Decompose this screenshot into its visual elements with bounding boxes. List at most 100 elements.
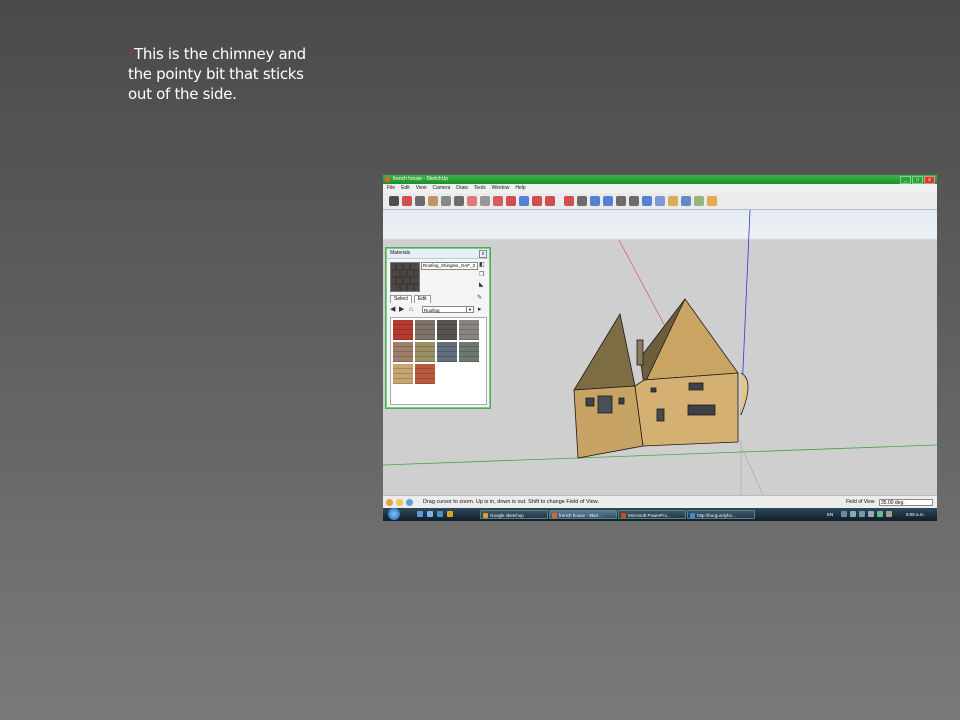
taskbar-item-browser[interactable]: http://burgundyho... xyxy=(687,510,755,519)
taskbar-item-google-sketchup[interactable]: Google sketchup xyxy=(480,510,548,519)
pan-icon[interactable] xyxy=(603,196,613,206)
materials-title: Materials xyxy=(390,250,411,256)
lower-window xyxy=(687,404,716,416)
library-select[interactable]: Roofing ▼ xyxy=(422,306,474,313)
back-arrow-icon[interactable]: ◀ xyxy=(390,306,395,314)
menu-draw[interactable]: Draw xyxy=(456,184,468,193)
right-wall xyxy=(634,372,739,447)
zoom-extents-icon[interactable] xyxy=(629,196,639,206)
sample-paint-icon[interactable]: ✎ xyxy=(477,295,483,301)
material-swatch-grid xyxy=(390,317,487,405)
material-swatch[interactable] xyxy=(393,364,413,384)
material-swatch[interactable] xyxy=(393,320,413,340)
front-view-icon[interactable] xyxy=(681,196,691,206)
sketchup-icon xyxy=(552,513,557,518)
menu-file[interactable]: File xyxy=(387,184,395,193)
material-swatch[interactable] xyxy=(459,320,479,340)
maximize-button[interactable]: □ xyxy=(912,176,923,184)
forward-arrow-icon[interactable]: ▶ xyxy=(399,306,404,314)
display-secondary-icon[interactable]: ◣ xyxy=(479,282,485,288)
left-door xyxy=(597,395,613,414)
switch-windows-icon[interactable] xyxy=(427,511,433,517)
material-swatch[interactable] xyxy=(415,320,435,340)
help-icon[interactable] xyxy=(406,499,413,506)
tab-edit[interactable]: Edit xyxy=(413,295,431,303)
push-pull-icon[interactable] xyxy=(506,196,516,206)
rectangle-icon[interactable] xyxy=(428,196,438,206)
component-icon[interactable] xyxy=(642,196,652,206)
taskbar-item-french-house[interactable]: french house - Sket... xyxy=(549,510,617,519)
axis-guide xyxy=(742,449,764,496)
minimize-button[interactable]: _ xyxy=(900,176,911,184)
ie-icon[interactable] xyxy=(437,511,443,517)
explorer-icon[interactable] xyxy=(447,511,453,517)
iso-view-icon[interactable] xyxy=(655,196,665,206)
zoom-icon[interactable] xyxy=(616,196,626,206)
materials-navigation: ◀ ▶ ⌂ Roofing ▼ ▸ xyxy=(390,306,486,314)
left-window xyxy=(585,397,595,407)
material-swatch[interactable] xyxy=(415,342,435,362)
material-swatch[interactable] xyxy=(437,320,457,340)
volume-icon[interactable] xyxy=(868,511,874,517)
left-roof xyxy=(573,312,636,391)
create-material-icon[interactable]: ◧ xyxy=(479,262,485,268)
bullet-icon: • xyxy=(128,49,134,59)
details-arrow-icon[interactable]: ▸ xyxy=(478,306,482,314)
warehouse-icon[interactable] xyxy=(694,196,704,206)
network-icon[interactable] xyxy=(859,511,865,517)
material-swatch[interactable] xyxy=(393,342,413,362)
credits-icon[interactable] xyxy=(396,499,403,506)
menu-window[interactable]: Window xyxy=(492,184,510,193)
window-title: french house - SketchUp xyxy=(393,176,449,182)
language-indicator[interactable]: EN xyxy=(827,508,833,521)
line-icon[interactable] xyxy=(415,196,425,206)
menu-bar: File Edit View Camera Draw Tools Window … xyxy=(383,184,937,193)
menu-view[interactable]: View xyxy=(416,184,427,193)
menu-help[interactable]: Help xyxy=(515,184,525,193)
mid-window xyxy=(650,387,657,393)
geolocation-icon[interactable] xyxy=(386,499,393,506)
sketchup-screenshot: french house - SketchUp _ □ x File Edit … xyxy=(383,175,937,521)
material-name-field[interactable]: Roofing_Shingles_GAF_3 xyxy=(421,262,478,270)
default-material-icon[interactable]: ❒ xyxy=(479,272,485,278)
move-icon[interactable] xyxy=(532,196,542,206)
rotate-icon[interactable] xyxy=(519,196,529,206)
tape-measure-icon[interactable] xyxy=(480,196,490,206)
show-desktop-icon[interactable] xyxy=(417,511,423,517)
layers-icon[interactable] xyxy=(707,196,717,206)
select-tool-icon[interactable] xyxy=(389,196,399,206)
fov-value-field[interactable]: 35.00 deg. xyxy=(879,499,933,506)
offset-icon[interactable] xyxy=(545,196,555,206)
french-house-model xyxy=(573,298,749,459)
material-swatch[interactable] xyxy=(415,364,435,384)
home-icon[interactable]: ⌂ xyxy=(409,306,413,314)
close-button[interactable]: x xyxy=(924,176,935,184)
model-viewport[interactable]: Materials x Roofing_Shingles_GAF_3 ◧ ❒ ◣… xyxy=(383,209,937,496)
chimney xyxy=(636,339,644,366)
scale-icon[interactable] xyxy=(577,196,587,206)
paint-bucket-icon[interactable] xyxy=(493,196,503,206)
windows-taskbar: Google sketchup french house - Sket... M… xyxy=(383,508,937,521)
top-view-icon[interactable] xyxy=(668,196,678,206)
arc-icon[interactable] xyxy=(454,196,464,206)
tray-icon-5[interactable] xyxy=(877,511,883,517)
materials-close-button[interactable]: x xyxy=(479,250,487,258)
orbit-icon[interactable] xyxy=(590,196,600,206)
tab-select[interactable]: Select xyxy=(390,295,412,303)
eraser-icon[interactable] xyxy=(467,196,477,206)
small-door xyxy=(656,408,665,422)
tray-icon-6[interactable] xyxy=(886,511,892,517)
follow-me-icon[interactable] xyxy=(564,196,574,206)
menu-tools[interactable]: Tools xyxy=(474,184,486,193)
material-swatch[interactable] xyxy=(459,342,479,362)
menu-camera[interactable]: Camera xyxy=(432,184,450,193)
menu-edit[interactable]: Edit xyxy=(401,184,410,193)
start-button[interactable] xyxy=(388,508,400,520)
pencil-icon[interactable] xyxy=(402,196,412,206)
folder-icon xyxy=(483,513,488,518)
taskbar-item-powerpoint[interactable]: Microsoft PowerPoi... xyxy=(618,510,686,519)
material-swatch[interactable] xyxy=(437,342,457,362)
tray-icon-1[interactable] xyxy=(841,511,847,517)
tray-icon-2[interactable] xyxy=(850,511,856,517)
circle-icon[interactable] xyxy=(441,196,451,206)
